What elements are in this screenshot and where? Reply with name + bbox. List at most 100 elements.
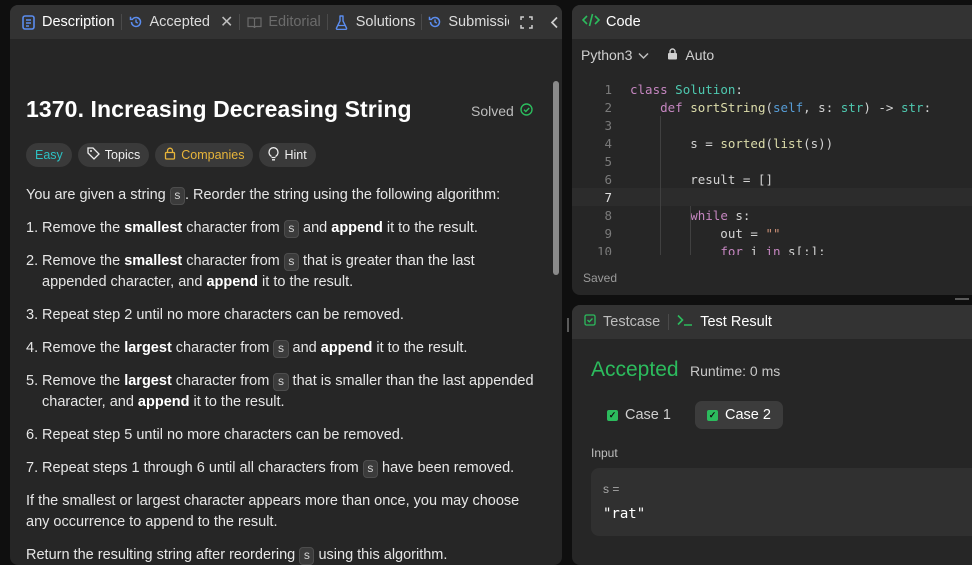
tab-solutions[interactable]: Solutions	[328, 5, 422, 39]
emphasis: smallest	[124, 253, 183, 269]
tab-accepted-label: Accepted	[149, 14, 210, 30]
tab-editorial-label: Editorial	[268, 14, 321, 30]
hint-label: Hint	[284, 148, 307, 162]
code-line[interactable]: 4 s = sorted(list(s))	[572, 134, 972, 152]
intro-text: You are given a string	[26, 187, 166, 203]
difficulty-badge: Easy	[26, 143, 72, 167]
tab-testcase[interactable]: Testcase	[584, 314, 660, 330]
vertical-resize-handle[interactable]	[567, 318, 569, 332]
algorithm-step: 3. Repeat step 2 until no more characters…	[26, 305, 536, 326]
step-text: it to the result.	[372, 340, 468, 356]
line-number: 10	[596, 243, 612, 256]
indent-guide	[660, 116, 661, 255]
line-number: 6	[604, 171, 612, 187]
tab-test-result[interactable]: Test Result	[677, 314, 772, 330]
step-text: Repeat step 5 until no more characters c…	[42, 427, 404, 443]
inline-code: s	[362, 460, 378, 478]
emphasis: append	[137, 394, 190, 410]
auto-mode-toggle[interactable]: Auto	[667, 47, 714, 63]
code-text: result = []	[630, 171, 773, 187]
maximize-icon[interactable]	[517, 15, 537, 29]
code-line[interactable]: 5	[572, 152, 972, 170]
tab-description[interactable]: Description	[10, 5, 121, 39]
code-line[interactable]: 3	[572, 116, 972, 134]
description-note: If the smallest or largest character app…	[26, 493, 520, 530]
description-intro: You are given a string s. Reorder the st…	[26, 185, 536, 206]
inline-code: s	[273, 340, 289, 358]
close-icon[interactable]: ✕	[220, 12, 233, 32]
description-return: Return the resulting string after reorde…	[26, 545, 536, 565]
tab-editorial[interactable]: Editorial	[240, 5, 326, 39]
code-line[interactable]: 9 out = ""	[572, 224, 972, 242]
tab-testcase-label: Testcase	[603, 314, 661, 330]
code-line[interactable]: 7	[572, 188, 972, 206]
emphasis: largest	[124, 340, 172, 356]
tab-accepted[interactable]: Accepted ✕	[122, 5, 240, 39]
line-number: 5	[604, 153, 612, 169]
check-icon: ✓	[707, 409, 718, 421]
case-1-label: Case 1	[625, 407, 671, 423]
input-label: Input	[591, 446, 618, 460]
case-2-label: Case 2	[725, 407, 771, 423]
step-number: 2.	[26, 253, 39, 269]
inline-code: s	[273, 373, 289, 391]
hint-button[interactable]: Hint	[259, 143, 316, 167]
case-1-button[interactable]: ✓ Case 1	[595, 401, 683, 429]
step-text: character from	[171, 340, 274, 356]
topics-button[interactable]: Topics	[77, 143, 150, 167]
line-number: 3	[604, 117, 612, 133]
tab-test-result-label: Test Result	[700, 314, 772, 330]
step-text: character from	[171, 373, 274, 389]
companies-button[interactable]: Companies	[155, 143, 254, 167]
scrollbar[interactable]	[553, 81, 559, 275]
code-line[interactable]: 8 while s:	[572, 206, 972, 224]
code-editor[interactable]: 1 class Solution: 2 def sortString(self, s…	[572, 80, 972, 255]
tab-submissions[interactable]: Submissio	[422, 5, 509, 39]
mode-label: Auto	[685, 47, 715, 63]
companies-label: Companies	[181, 148, 245, 162]
step-text: have been removed.	[377, 460, 515, 476]
step-text: it to the result.	[382, 220, 478, 236]
algorithm-steps: 1. Remove the smallest character from s a…	[26, 218, 536, 479]
input-variable: s =	[603, 482, 620, 496]
code-text: out = ""	[630, 225, 781, 241]
saved-status: Saved	[583, 271, 618, 285]
code-line[interactable]: 2 def sortString(self, s: str) -> str:	[572, 98, 972, 116]
step-text: Remove the	[42, 373, 125, 389]
algorithm-step: 1. Remove the smallest character from s a…	[26, 218, 536, 239]
line-number: 4	[604, 135, 612, 151]
result-panel: Testcase Test Result Accepted Runtime: 0…	[572, 305, 972, 565]
code-line[interactable]: 6 result = []	[572, 170, 972, 188]
code-line[interactable]: 10 for i in s[:]:	[572, 242, 972, 256]
intro-text: . Reorder the string using the following…	[184, 187, 501, 203]
difficulty-label: Easy	[35, 148, 63, 162]
lock-icon	[667, 47, 678, 63]
step-text: character from	[182, 220, 284, 236]
return-text: Return the resulting string after reorde…	[26, 547, 296, 563]
inline-code: s	[283, 220, 299, 238]
result-tabbar: Testcase Test Result	[572, 305, 972, 339]
emphasis: append	[320, 340, 373, 356]
collapse-icon[interactable]	[546, 16, 562, 29]
step-text: Repeat step 2 until no more characters c…	[42, 307, 404, 323]
emphasis: append	[206, 274, 259, 290]
code-line[interactable]: 1 class Solution:	[572, 80, 972, 98]
language-select[interactable]: Python3	[581, 47, 649, 63]
check-circle-icon	[520, 103, 533, 119]
language-label: Python3	[581, 47, 633, 63]
horizontal-resize-handle[interactable]	[955, 298, 969, 300]
lightbulb-icon	[268, 146, 280, 164]
case-2-button[interactable]: ✓ Case 2	[695, 401, 783, 429]
line-number: 8	[604, 207, 612, 223]
step-text: it to the result.	[189, 394, 285, 410]
algorithm-step: 7. Repeat steps 1 through 6 until all cha…	[26, 458, 536, 479]
step-number: 7.	[26, 460, 39, 476]
problem-title: 1370. Increasing Decreasing String	[26, 96, 412, 122]
lock-icon	[164, 147, 176, 163]
line-number: 1	[604, 81, 612, 97]
history-icon	[128, 14, 144, 30]
tab-divider	[668, 314, 670, 330]
solved-label: Solved	[471, 103, 514, 119]
checkbox-icon	[584, 314, 596, 330]
algorithm-step: 4. Remove the largest character from s an…	[26, 338, 536, 359]
